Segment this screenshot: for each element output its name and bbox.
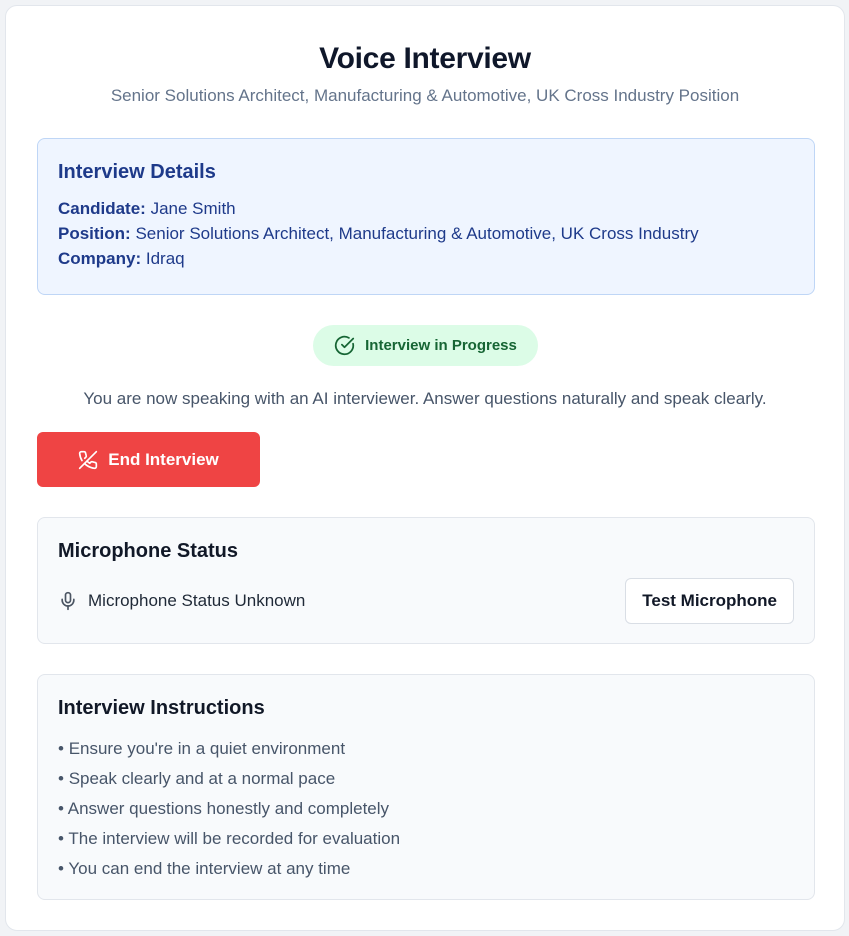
instructions-list: Ensure you're in a quiet environment Spe… xyxy=(58,734,794,884)
check-circle-icon xyxy=(335,335,355,356)
microphone-heading: Microphone Status xyxy=(58,540,239,562)
interview-details-heading: Interview Details xyxy=(58,161,216,183)
instructions-panel: Interview Instructions Ensure you're in … xyxy=(37,674,815,900)
candidate-row: Candidate: Jane Smith xyxy=(58,196,794,221)
instructions-heading: Interview Instructions xyxy=(58,697,265,719)
test-microphone-button[interactable]: Test Microphone xyxy=(625,578,794,624)
microphone-status-text: Microphone Status Unknown xyxy=(88,591,306,610)
end-interview-label: End Interview xyxy=(108,449,219,469)
company-label: Company: xyxy=(58,249,142,268)
microphone-panel: Microphone Status Microphone Status Unkn… xyxy=(37,517,815,644)
list-item: You can end the interview at any time xyxy=(58,854,794,884)
phone-off-icon xyxy=(79,450,98,469)
microphone-row: Microphone Status Unknown Test Microphon… xyxy=(58,578,794,624)
position-value: Senior Solutions Architect, Manufacturin… xyxy=(135,224,699,243)
end-interview-button[interactable]: End Interview xyxy=(37,432,260,487)
position-label: Position: xyxy=(58,224,131,243)
candidate-label: Candidate: xyxy=(58,199,146,218)
page-subtitle: Senior Solutions Architect, Manufacturin… xyxy=(110,86,740,105)
position-row: Position: Senior Solutions Architect, Ma… xyxy=(58,221,794,246)
status-badge-label: Interview in Progress xyxy=(365,337,517,354)
page-title: Voice Interview xyxy=(319,42,531,75)
microphone-status: Microphone Status Unknown xyxy=(58,591,305,611)
company-value: Idraq xyxy=(145,249,185,268)
status-badge: Interview in Progress xyxy=(313,325,538,366)
list-item: Ensure you're in a quiet environment xyxy=(58,734,794,764)
list-item: The interview will be recorded for evalu… xyxy=(58,824,794,854)
interview-card: Voice Interview Senior Solutions Archite… xyxy=(5,5,845,931)
intro-text: You are now speaking with an AI intervie… xyxy=(83,389,767,408)
microphone-icon xyxy=(61,591,75,611)
interview-details-panel: Interview Details Candidate: Jane Smith … xyxy=(37,138,815,295)
company-row: Company: Idraq xyxy=(58,246,794,271)
list-item: Speak clearly and at a normal pace xyxy=(58,764,794,794)
candidate-value: Jane Smith xyxy=(150,199,236,218)
list-item: Answer questions honestly and completely xyxy=(58,794,794,824)
